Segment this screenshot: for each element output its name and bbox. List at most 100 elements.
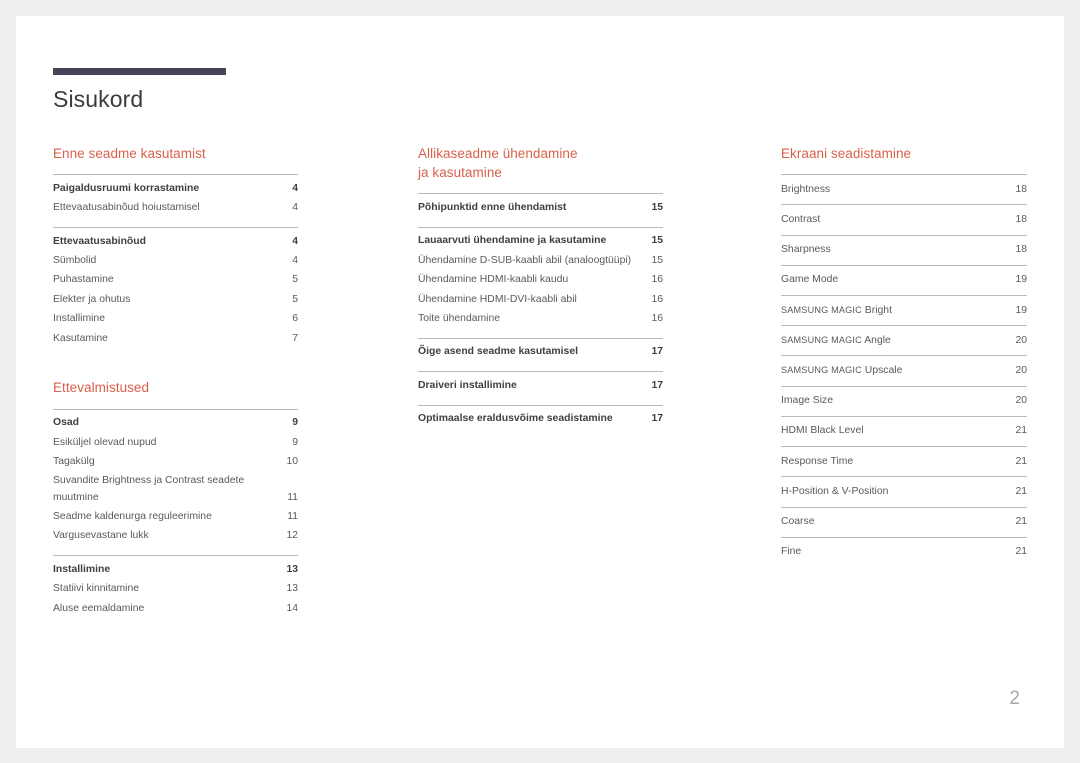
toc-entry[interactable]: H-Position & V-Position 21 — [781, 476, 1027, 506]
toc-entry-label: Contrast — [781, 213, 821, 225]
toc-entry-page: 17 — [651, 346, 663, 358]
toc-entry-page: 20 — [1015, 334, 1027, 346]
toc-entry-page: 16 — [651, 293, 663, 305]
toc-entry-label: Ühendamine D-SUB-kaabli abil (analoogtüü… — [418, 254, 632, 266]
toc-entry-label: Ühendamine HDMI-kaabli kaudu — [418, 274, 569, 286]
toc-entry[interactable]: SAMSUNG MAGIC Upscale 20 — [781, 355, 1027, 385]
toc-entry[interactable]: Toite ühendamine 16 — [418, 309, 663, 328]
toc-entry-page: 10 — [286, 455, 298, 467]
toc-entry-page: 15 — [651, 235, 663, 247]
toc-entry[interactable]: Kasutamine 7 — [53, 329, 298, 348]
toc-entry-page: 13 — [286, 563, 298, 575]
toc-section-heading: Enne seadme kasutamist — [53, 146, 206, 161]
toc-entry-label: Elekter ja ohutus — [53, 293, 131, 305]
toc-entry-page: 9 — [292, 417, 298, 429]
toc-entry[interactable]: Brightness 18 — [781, 174, 1027, 204]
toc-entry-label: Ettevaatusabinõud hoiustamisel — [53, 202, 200, 214]
toc-entry[interactable]: Installimine 13 — [53, 560, 298, 579]
toc-columns: Enne seadme kasutamist Paigaldusruumi kor… — [53, 144, 1043, 618]
toc-entry[interactable]: Optimaalse eraldusvõime seadistamine 17 — [418, 410, 663, 429]
toc-entry[interactable]: Põhipunktid enne ühendamist 15 — [418, 198, 663, 217]
toc-entry-page: 14 — [286, 602, 298, 614]
toc-entry[interactable]: Ühendamine D-SUB-kaabli abil (analoogtüü… — [418, 251, 663, 270]
toc-entry-page: 7 — [292, 332, 298, 344]
toc-entry-page: 15 — [651, 254, 663, 266]
toc-entry[interactable]: HDMI Black Level 21 — [781, 415, 1027, 446]
toc-entry[interactable]: Ühendamine HDMI-kaabli kaudu 16 — [418, 271, 663, 290]
toc-entry-page: 5 — [292, 293, 298, 305]
toc-entry[interactable]: Suvandite Brightness ja Contrast seadete… — [53, 472, 298, 508]
toc-entry[interactable]: Ühendamine HDMI-DVI-kaabli abil 16 — [418, 290, 663, 309]
toc-entry[interactable]: Contrast 18 — [781, 204, 1027, 234]
toc-entry[interactable]: Seadme kaldenurga reguleerimine 11 — [53, 507, 298, 526]
toc-column-right: Ekraani seadistamine Brightness 18 Contrast… — [781, 144, 1027, 567]
toc-entry[interactable]: Vargusevastane lukk 12 — [53, 527, 298, 546]
toc-group: Optimaalse eraldusvõime seadistamine 17 — [418, 404, 663, 429]
toc-entry-label: SAMSUNG MAGIC Upscale — [781, 364, 903, 376]
title-block: Sisukord — [53, 68, 226, 112]
toc-group: Ettevaatusabinõud 4 Sümbolid 4 Puhastamine 5 E… — [53, 226, 298, 348]
toc-entry-page: 21 — [1015, 546, 1027, 558]
toc-entry-page: 19 — [1015, 274, 1027, 286]
toc-entry-label: Paigaldusruumi korrastamine — [53, 182, 200, 194]
toc-entry-label: Brightness — [781, 183, 831, 195]
toc-entry[interactable]: Game Mode 19 — [781, 264, 1027, 295]
toc-entry[interactable]: Sharpness 18 — [781, 234, 1027, 265]
toc-entry[interactable]: SAMSUNG MAGIC Bright 19 — [781, 295, 1027, 325]
toc-entry[interactable]: Fine 21 — [781, 536, 1027, 567]
toc-entry[interactable]: Ettevaatusabinõud 4 — [53, 232, 298, 251]
samsung-magic-mark: SAMSUNG MAGIC — [781, 364, 862, 375]
toc-entry-page: 12 — [286, 530, 298, 542]
toc-entry[interactable]: Installimine 6 — [53, 310, 298, 329]
toc-entry-label: Installimine — [53, 313, 105, 325]
toc-entry-label: Esiküljel olevad nupud — [53, 436, 157, 448]
toc-entry-page: 21 — [1015, 516, 1027, 528]
toc-entry-label: Osad — [53, 417, 79, 429]
toc-entry[interactable]: Puhastamine 5 — [53, 271, 298, 290]
toc-entry[interactable]: Image Size 20 — [781, 385, 1027, 416]
toc-entry[interactable]: Ettevaatusabinõud hoiustamisel 4 — [53, 199, 298, 218]
toc-entry[interactable]: Elekter ja ohutus 5 — [53, 290, 298, 309]
toc-entry-page: 5 — [292, 274, 298, 286]
toc-entry-page: 6 — [292, 313, 298, 325]
toc-entry-label: SAMSUNG MAGIC Bright — [781, 304, 892, 316]
toc-entry-label: Fine — [781, 546, 802, 558]
toc-entry-page: 11 — [287, 491, 298, 503]
toc-entry-page: 20 — [1015, 364, 1027, 376]
toc-entry-page: 4 — [292, 254, 298, 266]
toc-entry-label: Põhipunktid enne ühendamist — [418, 201, 567, 213]
toc-entry-label: Installimine — [53, 563, 111, 575]
toc-entry[interactable]: Aluse eemaldamine 14 — [53, 599, 298, 618]
toc-entry-label: Aluse eemaldamine — [53, 602, 145, 614]
toc-entry[interactable]: SAMSUNG MAGIC Angle 20 — [781, 325, 1027, 355]
toc-section-heading: Allikaseadme ühendamine ja kasutamine — [418, 146, 578, 181]
toc-entry-label: Toite ühendamine — [418, 312, 501, 324]
toc-entry[interactable]: Coarse 21 — [781, 506, 1027, 537]
toc-entry-page: 19 — [1015, 304, 1027, 316]
toc-entry[interactable]: Draiveri installimine 17 — [418, 376, 663, 395]
toc-entry-page: 18 — [1015, 244, 1027, 256]
toc-entry-label: Ühendamine HDMI-DVI-kaabli abil — [418, 293, 577, 305]
toc-entry-page: 17 — [651, 379, 663, 391]
toc-entry-label: Draiveri installimine — [418, 379, 517, 391]
toc-section-heading: Ettevalmistused — [53, 380, 150, 396]
toc-column-left: Enne seadme kasutamist Paigaldusruumi kor… — [53, 144, 298, 618]
toc-entry[interactable]: Response Time 21 — [781, 446, 1027, 476]
toc-entry-label: Image Size — [781, 395, 833, 407]
toc-entry-label: Suvandite Brightness ja Contrast seadete… — [53, 475, 245, 503]
toc-entry[interactable]: Õige asend seadme kasutamisel 17 — [418, 343, 663, 362]
toc-entry[interactable]: Sümbolid 4 — [53, 251, 298, 270]
toc-entry-label: Vargusevastane lukk — [53, 530, 149, 542]
toc-entry[interactable]: Lauaarvuti ühendamine ja kasutamine 15 — [418, 232, 663, 251]
toc-entry-page: 11 — [287, 511, 298, 522]
toc-entry-page: 16 — [651, 274, 663, 286]
toc-group: Põhipunktid enne ühendamist 15 — [418, 193, 663, 217]
toc-group: Draiveri installimine 17 — [418, 371, 663, 395]
page-title: Sisukord — [53, 86, 144, 112]
toc-entry[interactable]: Statiivi kinnitamine 13 — [53, 580, 298, 599]
toc-entry[interactable]: Osad 9 — [53, 414, 298, 433]
toc-entry[interactable]: Esiküljel olevad nupud 9 — [53, 433, 298, 452]
toc-entry[interactable]: Tagakülg 10 — [53, 452, 298, 471]
toc-entry[interactable]: Paigaldusruumi korrastamine 4 — [53, 179, 298, 198]
toc-entry-label: Lauaarvuti ühendamine ja kasutamine — [418, 235, 607, 247]
